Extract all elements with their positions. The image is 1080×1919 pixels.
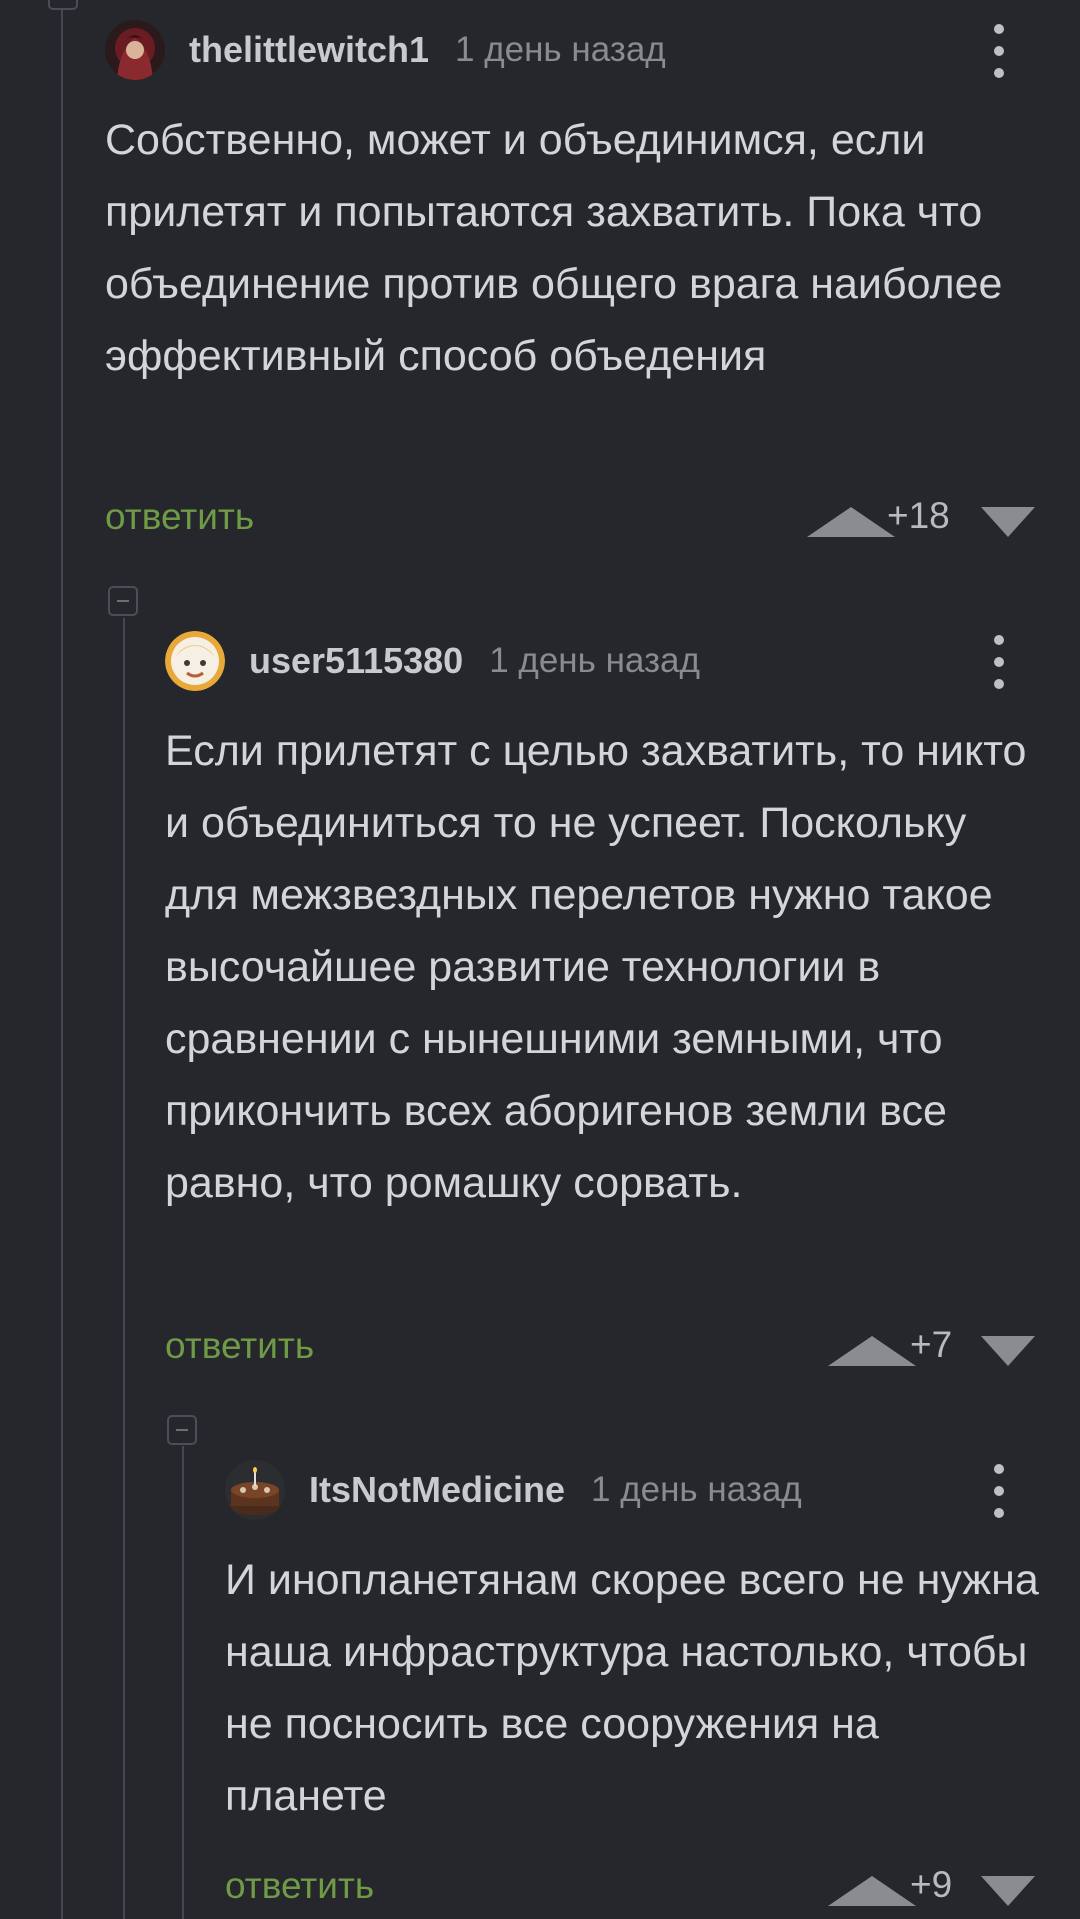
upvote-arrow-icon[interactable] xyxy=(828,1876,916,1906)
comment-header: user5115380 1 день назад xyxy=(165,631,700,691)
collapse-thread-button[interactable] xyxy=(108,586,138,616)
comment-timestamp: 1 день назад xyxy=(455,30,666,69)
downvote-arrow-icon[interactable] xyxy=(981,507,1035,537)
upvote-arrow-icon[interactable] xyxy=(828,1336,916,1366)
comment-timestamp: 1 день назад xyxy=(591,1470,802,1509)
more-options-icon[interactable] xyxy=(989,1464,1009,1518)
comment-text: И инопланетянам скорее всего не нужна на… xyxy=(225,1556,1039,1820)
comment-author[interactable]: thelittlewitch1 xyxy=(189,29,429,71)
comment-rating: +18 xyxy=(887,495,950,536)
dark-hooded-figure-avatar-icon[interactable] xyxy=(105,20,165,80)
comment-timestamp: 1 день назад xyxy=(489,641,700,680)
more-options-icon[interactable] xyxy=(989,24,1009,78)
collapse-thread-button[interactable] xyxy=(48,0,78,10)
comment-author[interactable]: ItsNotMedicine xyxy=(309,1469,565,1511)
upvote-arrow-icon[interactable] xyxy=(807,507,895,537)
collapse-thread-button[interactable] xyxy=(167,1415,197,1445)
more-options-icon[interactable] xyxy=(989,635,1009,689)
comment-text: Собственно, может и объединимся, если пр… xyxy=(105,116,1003,380)
reply-link[interactable]: ответить xyxy=(165,1325,314,1367)
comment-text: Если прилетят с целью захватить, то никт… xyxy=(165,727,1027,1207)
thread-line-level-3 xyxy=(182,1446,184,1919)
cake-avatar-icon[interactable] xyxy=(225,1460,285,1520)
comment-rating: +7 xyxy=(910,1324,953,1365)
comment-author[interactable]: user5115380 xyxy=(249,640,463,682)
reply-link[interactable]: ответить xyxy=(225,1865,374,1907)
comment-header: ItsNotMedicine 1 день назад xyxy=(225,1460,802,1520)
thread-line-level-2 xyxy=(123,618,125,1919)
thread-line-level-1 xyxy=(61,0,63,1919)
downvote-arrow-icon[interactable] xyxy=(981,1876,1035,1906)
comment-rating: +9 xyxy=(910,1864,953,1905)
downvote-arrow-icon[interactable] xyxy=(981,1336,1035,1366)
reply-link[interactable]: ответить xyxy=(105,496,254,538)
cartoon-face-avatar-icon[interactable] xyxy=(165,631,225,691)
comment-header: thelittlewitch1 1 день назад xyxy=(105,20,666,80)
